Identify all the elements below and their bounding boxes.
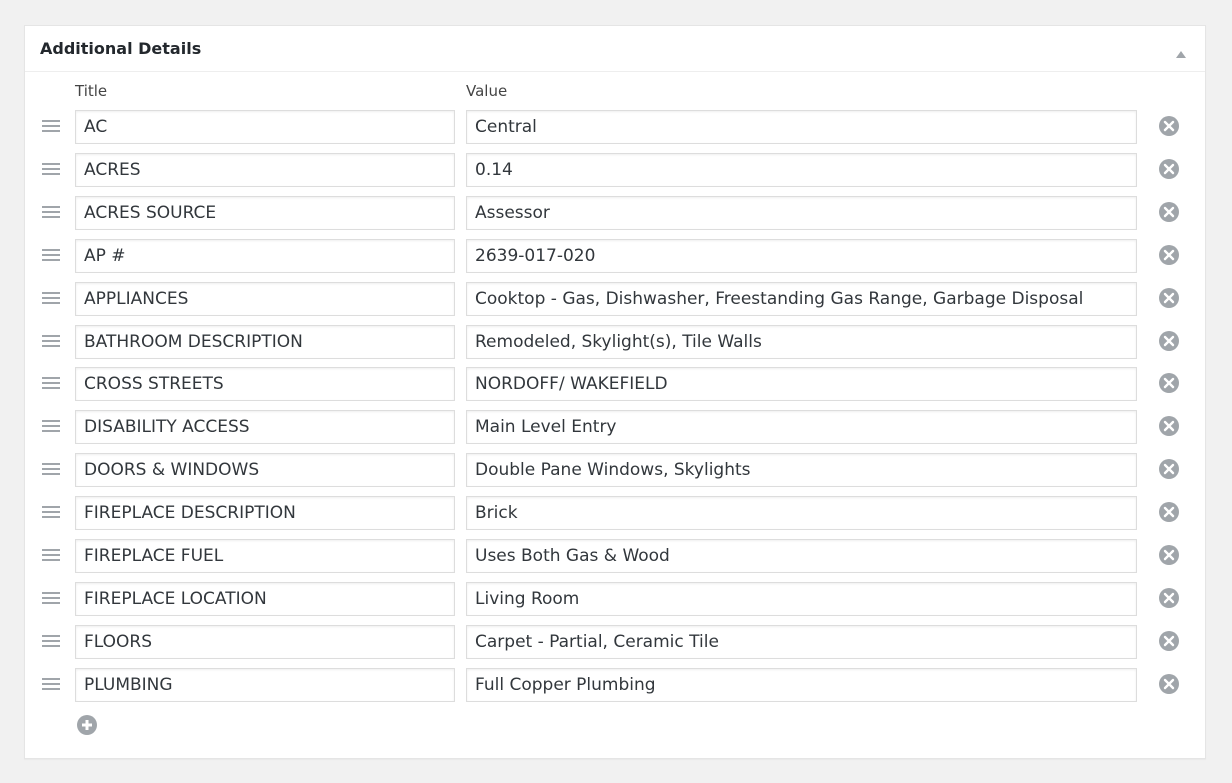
- remove-circle-icon[interactable]: [1158, 415, 1180, 437]
- detail-title-input[interactable]: AC: [75, 110, 455, 144]
- remove-circle-icon[interactable]: [1158, 372, 1180, 394]
- detail-title-input[interactable]: DISABILITY ACCESS: [75, 410, 455, 445]
- detail-row: BATHROOM DESCRIPTION Remodeled, Skylight(…: [25, 324, 1207, 359]
- detail-value-input[interactable]: Full Copper Plumbing: [466, 667, 1137, 702]
- drag-handle-icon[interactable]: [42, 547, 62, 565]
- detail-title-input[interactable]: CROSS STREETS: [75, 367, 455, 402]
- detail-row: CROSS STREETS NORDOFF/ WAKEFIELD: [25, 367, 1207, 402]
- drag-handle-icon[interactable]: [42, 461, 62, 479]
- remove-circle-icon[interactable]: [1158, 630, 1180, 652]
- detail-title-input[interactable]: PLUMBING: [75, 667, 455, 702]
- detail-title-input[interactable]: AP #: [75, 238, 455, 273]
- remove-circle-icon[interactable]: [1158, 544, 1180, 566]
- remove-circle-icon[interactable]: [1158, 587, 1180, 609]
- detail-title-input[interactable]: FIREPLACE LOCATION: [75, 581, 455, 616]
- drag-handle-icon[interactable]: [42, 333, 62, 351]
- detail-value-input[interactable]: Cooktop - Gas, Dishwasher, Freestanding …: [466, 281, 1137, 316]
- drag-handle-icon[interactable]: [42, 418, 62, 436]
- detail-title-input[interactable]: APPLIANCES: [75, 281, 455, 316]
- detail-title-input[interactable]: ACRES SOURCE: [75, 195, 455, 230]
- remove-circle-icon[interactable]: [1158, 330, 1180, 352]
- detail-row: PLUMBING Full Copper Plumbing: [25, 667, 1207, 702]
- detail-title-input[interactable]: ACRES: [75, 152, 455, 187]
- additional-details-panel: Additional Details Title Value AC Central…: [24, 25, 1206, 759]
- detail-value-input[interactable]: Uses Both Gas & Wood: [466, 539, 1137, 573]
- detail-value-input[interactable]: Brick: [466, 496, 1137, 531]
- drag-handle-icon[interactable]: [42, 118, 62, 136]
- detail-value-input[interactable]: 2639-017-020: [466, 238, 1137, 273]
- detail-row: DISABILITY ACCESS Main Level Entry: [25, 410, 1207, 445]
- detail-value-input[interactable]: 0.14: [466, 152, 1137, 187]
- value-column-header: Value: [466, 82, 508, 100]
- detail-value-input[interactable]: Assessor: [466, 195, 1137, 230]
- panel-title: Additional Details: [40, 39, 202, 58]
- detail-value-input[interactable]: Main Level Entry: [466, 410, 1137, 445]
- detail-row: FLOORS Carpet - Partial, Ceramic Tile: [25, 624, 1207, 659]
- detail-title-input[interactable]: FLOORS: [75, 624, 455, 659]
- remove-circle-icon[interactable]: [1158, 201, 1180, 223]
- add-circle-icon[interactable]: [76, 714, 98, 736]
- detail-title-input[interactable]: FIREPLACE DESCRIPTION: [75, 496, 455, 531]
- drag-handle-icon[interactable]: [42, 204, 62, 222]
- panel-header: Additional Details: [25, 26, 1205, 72]
- detail-row: ACRES 0.14: [25, 152, 1207, 187]
- drag-handle-icon[interactable]: [42, 375, 62, 393]
- drag-handle-icon[interactable]: [42, 590, 62, 608]
- title-column-header: Title: [75, 82, 108, 100]
- drag-handle-icon[interactable]: [42, 247, 62, 265]
- drag-handle-icon[interactable]: [42, 290, 62, 308]
- drag-handle-icon[interactable]: [42, 161, 62, 179]
- remove-circle-icon[interactable]: [1158, 287, 1180, 309]
- detail-row: FIREPLACE DESCRIPTION Brick: [25, 496, 1207, 531]
- detail-value-input[interactable]: Carpet - Partial, Ceramic Tile: [466, 624, 1137, 659]
- remove-circle-icon[interactable]: [1158, 501, 1180, 523]
- detail-value-input[interactable]: Remodeled, Skylight(s), Tile Walls: [466, 324, 1137, 359]
- triangle-up-icon[interactable]: [1175, 44, 1187, 58]
- drag-handle-icon[interactable]: [42, 633, 62, 651]
- detail-row: ACRES SOURCE Assessor: [25, 195, 1207, 230]
- detail-value-input[interactable]: Double Pane Windows, Skylights: [466, 453, 1137, 488]
- detail-value-input[interactable]: Central: [466, 110, 1137, 144]
- detail-row: FIREPLACE FUEL Uses Both Gas & Wood: [25, 539, 1207, 573]
- detail-value-input[interactable]: Living Room: [466, 581, 1137, 616]
- detail-value-input[interactable]: NORDOFF/ WAKEFIELD: [466, 367, 1137, 402]
- remove-circle-icon[interactable]: [1158, 458, 1180, 480]
- remove-circle-icon[interactable]: [1158, 115, 1180, 137]
- detail-title-input[interactable]: BATHROOM DESCRIPTION: [75, 324, 455, 359]
- drag-handle-icon[interactable]: [42, 676, 62, 694]
- detail-title-input[interactable]: FIREPLACE FUEL: [75, 539, 455, 573]
- detail-title-input[interactable]: DOORS & WINDOWS: [75, 453, 455, 488]
- remove-circle-icon[interactable]: [1158, 673, 1180, 695]
- detail-row: FIREPLACE LOCATION Living Room: [25, 581, 1207, 616]
- drag-handle-icon[interactable]: [42, 504, 62, 522]
- detail-row: AC Central: [25, 110, 1207, 144]
- detail-row: AP # 2639-017-020: [25, 238, 1207, 273]
- detail-row: DOORS & WINDOWS Double Pane Windows, Skyl…: [25, 453, 1207, 488]
- detail-row: APPLIANCES Cooktop - Gas, Dishwasher, Fre…: [25, 281, 1207, 316]
- remove-circle-icon[interactable]: [1158, 244, 1180, 266]
- remove-circle-icon[interactable]: [1158, 158, 1180, 180]
